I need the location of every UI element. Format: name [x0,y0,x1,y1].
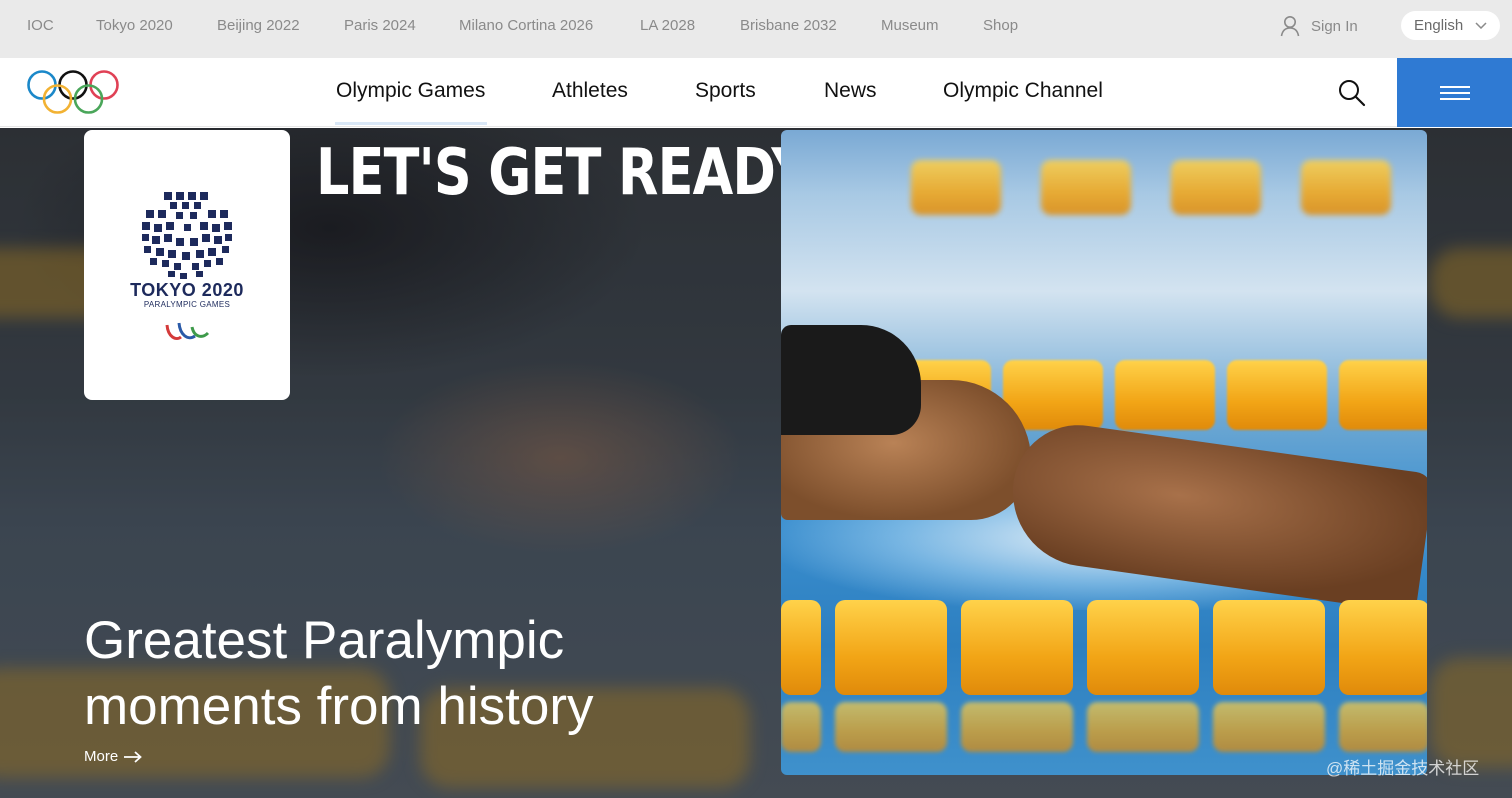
hero-headline: LET'S GET READY! [316,136,832,210]
utility-bar: IOC Tokyo 2020 Beijing 2022 Paris 2024 M… [0,0,1512,58]
nav-sports[interactable]: Sports [695,78,756,104]
tokyo-2020-emblem-icon [142,192,232,279]
more-link[interactable]: More [84,748,143,765]
sign-in-label: Sign In [1311,17,1358,35]
nav-olympic-games[interactable]: Olympic Games [336,78,485,104]
nav-athletes[interactable]: Athletes [552,78,628,104]
toplink-milano-cortina-2026[interactable]: Milano Cortina 2026 [459,16,593,36]
menu-button[interactable] [1397,58,1512,127]
toplink-la-2028[interactable]: LA 2028 [640,16,695,36]
active-nav-indicator [335,122,487,125]
emblem-year: TOKYO 2020 [130,280,244,300]
emblem-subtitle: PARALYMPIC GAMES [143,300,231,309]
lane-rope-near [781,600,1427,695]
sign-in-link[interactable]: Sign In [1280,14,1358,38]
hero-title[interactable]: Greatest Paralympic moments from history [84,608,704,740]
arrow-right-icon [124,750,143,763]
toplink-shop[interactable]: Shop [983,16,1018,36]
nav-olympic-channel[interactable]: Olympic Channel [943,78,1103,104]
main-nav: Olympic Games Athletes Sports News Olymp… [0,58,1512,127]
watermark-text: @稀土掘金技术社区 [1326,759,1480,778]
more-label: More [84,748,119,765]
toplink-paris-2024[interactable]: Paris 2024 [344,16,416,36]
search-icon [1339,80,1366,107]
user-icon [1280,16,1300,37]
lane-rope-far [781,160,1427,215]
olympic-rings-logo[interactable] [26,70,122,114]
chevron-down-icon [1475,22,1487,29]
swim-cap [781,325,921,435]
toplink-ioc[interactable]: IOC [27,16,54,36]
swimmer-photo [781,130,1427,775]
toplink-beijing-2022[interactable]: Beijing 2022 [217,16,300,36]
search-button[interactable] [1337,78,1367,108]
tokyo-2020-emblem-card: TOKYO 2020 PARALYMPIC GAMES [84,130,290,400]
language-value: English [1414,17,1464,34]
toplink-brisbane-2032[interactable]: Brisbane 2032 [740,16,837,36]
agitos-icon [165,322,210,340]
language-select[interactable]: English [1401,11,1500,40]
hero-section: TOKYO 2020 PARALYMPIC GAMES LET'S GET RE… [0,128,1512,798]
nav-news[interactable]: News [824,78,877,104]
hamburger-icon [1439,85,1470,100]
toplink-museum[interactable]: Museum [881,16,939,36]
toplink-tokyo-2020[interactable]: Tokyo 2020 [96,16,173,36]
